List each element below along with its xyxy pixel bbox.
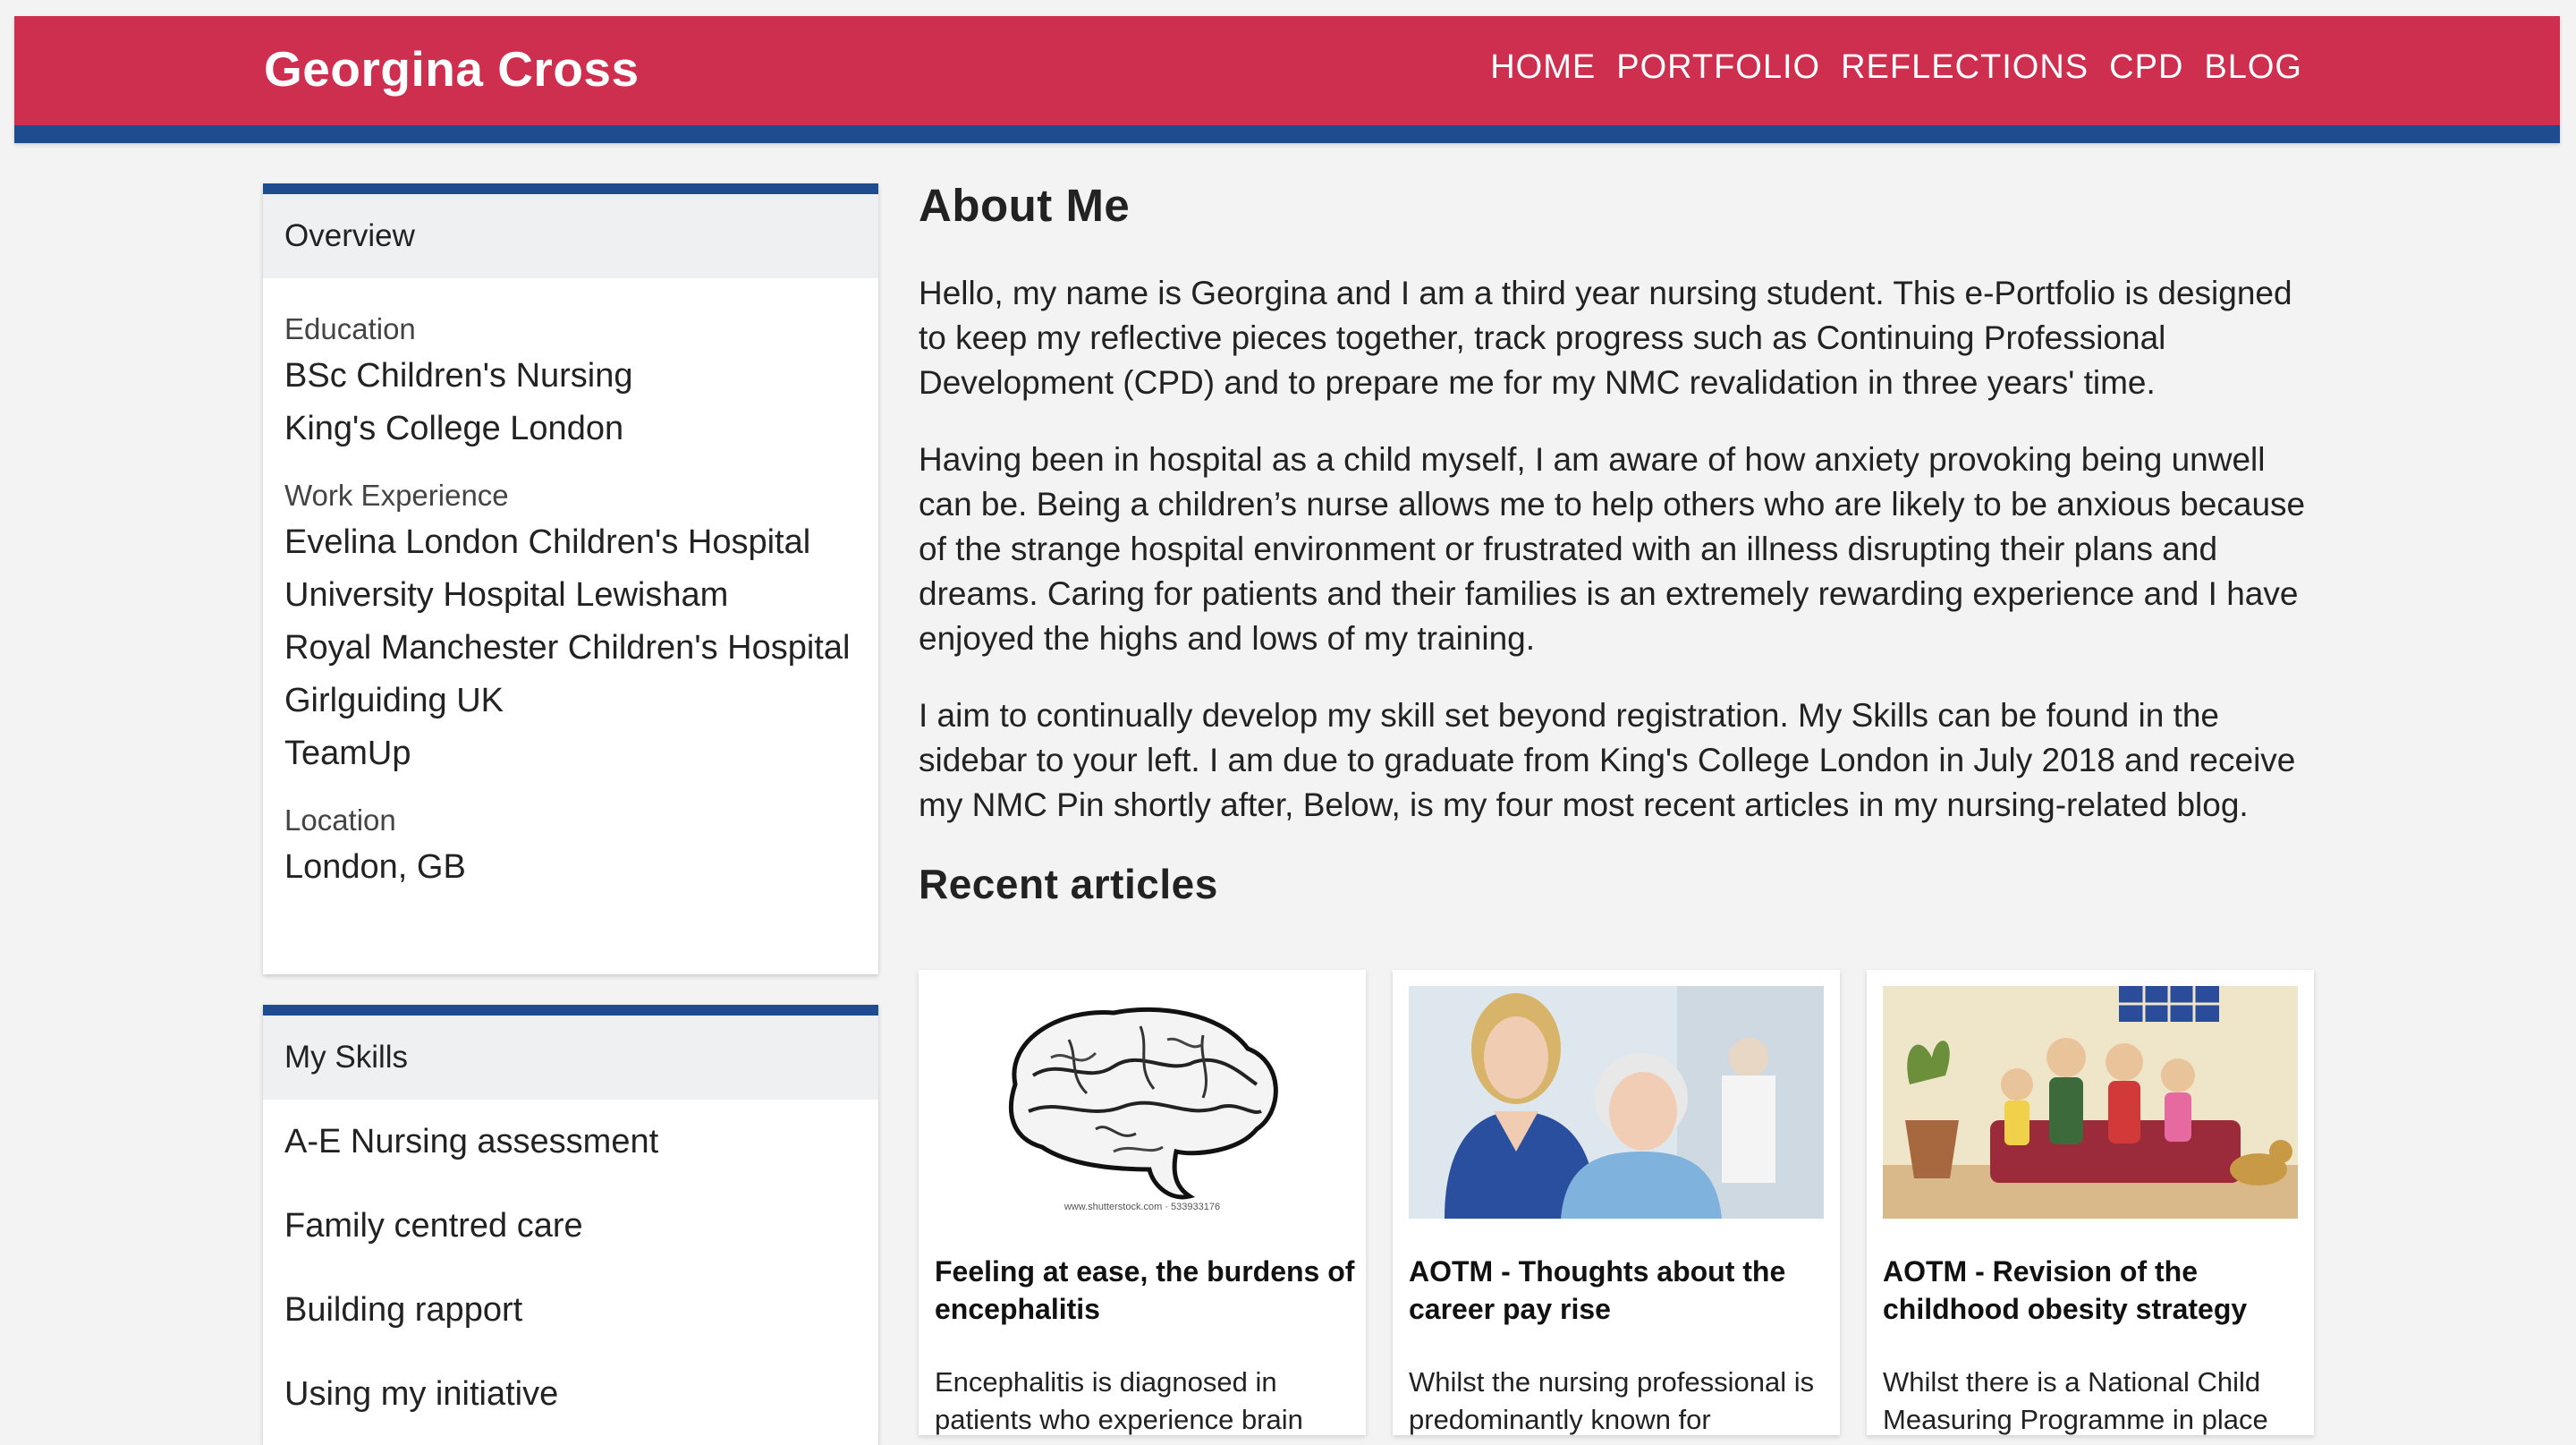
work-item: Girlguiding UK bbox=[284, 682, 504, 719]
article-title[interactable]: Feeling at ease, the burdens of encephal… bbox=[935, 1253, 1355, 1328]
location-item: London, GB bbox=[284, 848, 466, 886]
work-item: TeamUp bbox=[284, 735, 411, 772]
skill-item[interactable]: A-E Nursing assessment bbox=[263, 1100, 878, 1184]
work-experience-group: Work Experience Evelina London Children'… bbox=[284, 475, 857, 780]
article-title[interactable]: AOTM - Revision of the childhood obesity… bbox=[1883, 1253, 2303, 1328]
article-card[interactable]: AOTM - Revision of the childhood obesity… bbox=[1867, 970, 2314, 1435]
recent-articles-heading: Recent articles bbox=[919, 861, 1218, 907]
article-card[interactable]: AOTM - Thoughts about the career pay ris… bbox=[1393, 970, 1840, 1435]
nurse-patient-image[interactable] bbox=[1409, 986, 1824, 1219]
brain-image[interactable]: www.shutterstock.com · 533933176 bbox=[935, 986, 1350, 1219]
location-group: Location London, GB bbox=[284, 800, 857, 894]
work-experience-label: Work Experience bbox=[284, 479, 509, 512]
nav-reflections[interactable]: REFLECTIONS bbox=[1841, 48, 2089, 87]
skill-item[interactable]: Using my initiative bbox=[263, 1352, 878, 1436]
nav-blog[interactable]: BLOG bbox=[2204, 48, 2302, 87]
article-excerpt: Whilst there is a National Child Measuri… bbox=[1883, 1366, 2268, 1435]
about-paragraph: I aim to continually develop my skill se… bbox=[919, 697, 2296, 823]
location-label: Location bbox=[284, 803, 396, 837]
work-item: Royal Manchester Children's Hospital bbox=[284, 629, 851, 667]
skills-card: My Skills A-E Nursing assessment Family … bbox=[263, 1005, 878, 1445]
overview-card: Overview Education BSc Children's Nursin… bbox=[263, 183, 878, 974]
nav-cpd[interactable]: CPD bbox=[2109, 48, 2183, 87]
main-nav: HOME PORTFOLIO REFLECTIONS CPD BLOG bbox=[1490, 48, 2302, 87]
family-figures-image[interactable] bbox=[1883, 986, 2298, 1219]
about-heading: About Me bbox=[919, 180, 1131, 231]
work-item: University Hospital Lewisham bbox=[284, 576, 729, 614]
skills-heading: My Skills bbox=[263, 1016, 878, 1100]
education-item: BSc Children's Nursing bbox=[284, 357, 633, 395]
site-title[interactable]: Georgina Cross bbox=[264, 40, 640, 98]
image-caption: www.shutterstock.com · 533933176 bbox=[1063, 1202, 1220, 1212]
skill-item[interactable]: Family centred care bbox=[263, 1184, 878, 1268]
article-excerpt: Whilst the nursing professional is predo… bbox=[1409, 1366, 1815, 1435]
article-title[interactable]: AOTM - Thoughts about the career pay ris… bbox=[1409, 1253, 1829, 1328]
article-excerpt: Encephalitis is diagnosed in patients wh… bbox=[935, 1366, 1303, 1435]
education-item: King's College London bbox=[284, 410, 624, 447]
work-item: Evelina London Children's Hospital bbox=[284, 523, 811, 561]
overview-heading: Overview bbox=[263, 194, 878, 278]
skill-item[interactable]: Building rapport bbox=[263, 1268, 878, 1352]
main-content: About Me Hello, my name is Georgina and … bbox=[919, 179, 2314, 908]
nav-home[interactable]: HOME bbox=[1490, 48, 1596, 87]
about-paragraph: Having been in hospital as a child mysel… bbox=[919, 441, 2306, 657]
education-label: Education bbox=[284, 312, 416, 345]
nav-portfolio[interactable]: PORTFOLIO bbox=[1616, 48, 1820, 87]
about-paragraph: Hello, my name is Georgina and I am a th… bbox=[919, 275, 2292, 401]
article-card[interactable]: www.shutterstock.com · 533933176 Feeling… bbox=[919, 970, 1366, 1435]
education-group: Education BSc Children's Nursing King's … bbox=[284, 309, 857, 455]
site-header: Georgina Cross HOME PORTFOLIO REFLECTION… bbox=[14, 16, 2560, 143]
